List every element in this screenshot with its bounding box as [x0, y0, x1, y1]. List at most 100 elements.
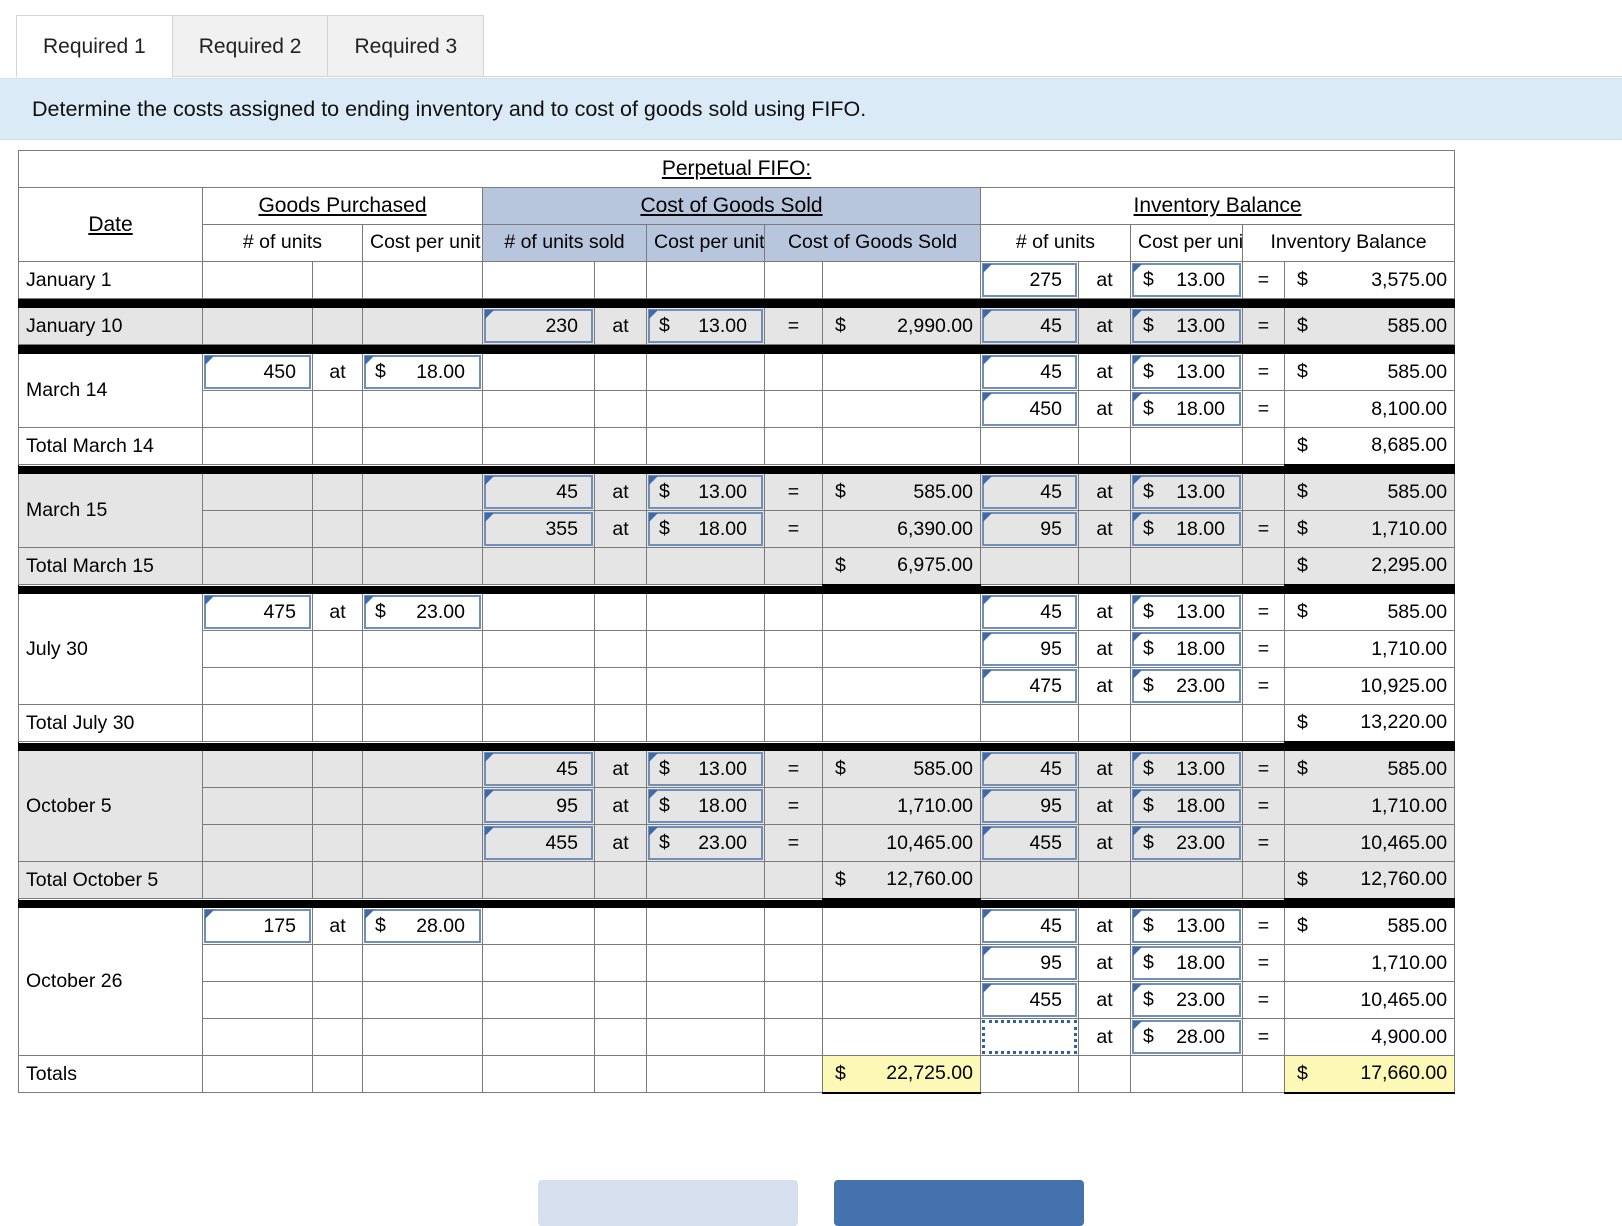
gp-cost-per-unit-input[interactable]	[362, 630, 483, 668]
cogs-cost-per-unit-input[interactable]	[646, 1018, 765, 1056]
inv-units-input[interactable]: 450	[980, 390, 1079, 428]
inv-cost-per-unit-input[interactable]: $23.00	[1130, 824, 1243, 862]
gp-units-input[interactable]	[202, 824, 313, 862]
inv-units-input[interactable]: 45	[980, 907, 1079, 945]
previous-button[interactable]	[538, 1180, 798, 1226]
gp-units-input[interactable]	[202, 510, 313, 548]
inv-cost-per-unit-input[interactable]: $18.00	[1130, 944, 1243, 982]
inv-units-input[interactable]	[980, 1018, 1079, 1056]
gp-units-input[interactable]	[202, 787, 313, 825]
inv-units-input[interactable]: 95	[980, 630, 1079, 668]
cogs-units-sold-input[interactable]	[482, 261, 595, 299]
cogs-units-sold-input[interactable]: 45	[482, 473, 595, 511]
cogs-cost-per-unit-input[interactable]	[646, 944, 765, 982]
inv-units-input[interactable]: 475	[980, 667, 1079, 705]
cogs-units-sold-input[interactable]: 95	[482, 787, 595, 825]
inv-cost-per-unit-input[interactable]: $18.00	[1130, 510, 1243, 548]
cogs-cost-per-unit-input[interactable]	[646, 390, 765, 428]
cogs-units-sold-input[interactable]: 45	[482, 750, 595, 788]
inv-cost-per-unit-input[interactable]: $18.00	[1130, 787, 1243, 825]
cogs-cost-per-unit-input[interactable]: $23.00	[646, 824, 765, 862]
gp-cost-per-unit-input[interactable]	[362, 667, 483, 705]
gp-units-input[interactable]	[202, 630, 313, 668]
cogs-cost-per-unit-input[interactable]	[646, 630, 765, 668]
gp-cost-per-unit-input[interactable]	[362, 981, 483, 1019]
inv-units-input[interactable]: 95	[980, 944, 1079, 982]
inv-cost-per-unit-input[interactable]: $23.00	[1130, 667, 1243, 705]
gp-cost-per-unit-input[interactable]	[362, 944, 483, 982]
inv-cost-per-unit-input[interactable]: $13.00	[1130, 750, 1243, 788]
gp-units-input[interactable]: 475	[202, 593, 313, 631]
cogs-units-sold-input[interactable]	[482, 667, 595, 705]
gp-cost-per-unit-input[interactable]	[362, 390, 483, 428]
gp-units-input[interactable]: 450	[202, 353, 313, 391]
inv-cost-per-unit-input[interactable]: $18.00	[1130, 390, 1243, 428]
inv-cost-per-unit-input[interactable]: $18.00	[1130, 630, 1243, 668]
inv-units-input[interactable]: 45	[980, 593, 1079, 631]
gp-cost-per-unit-input[interactable]	[362, 473, 483, 511]
inv-cost-per-unit-input[interactable]: $13.00	[1130, 261, 1243, 299]
gp-cost-per-unit-input[interactable]	[362, 1018, 483, 1056]
cogs-units-sold-input[interactable]: 455	[482, 824, 595, 862]
cogs-units-sold-input[interactable]: 355	[482, 510, 595, 548]
gp-units-input[interactable]	[202, 261, 313, 299]
cogs-cost-per-unit-input[interactable]	[646, 907, 765, 945]
gp-units-input[interactable]	[202, 473, 313, 511]
inv-cost-per-unit-input[interactable]: $13.00	[1130, 907, 1243, 945]
tab-required-1[interactable]: Required 1	[16, 15, 173, 78]
inv-cost-per-unit-input[interactable]: $13.00	[1130, 593, 1243, 631]
gp-cost-per-unit-input[interactable]	[362, 787, 483, 825]
gp-units-input[interactable]	[202, 390, 313, 428]
inv-cost-per-unit-input[interactable]: $28.00	[1130, 1018, 1243, 1056]
gp-units-input[interactable]	[202, 307, 313, 345]
inv-units-input[interactable]: 45	[980, 353, 1079, 391]
gp-units-input[interactable]	[202, 1018, 313, 1056]
gp-cost-per-unit-input[interactable]	[362, 510, 483, 548]
cogs-cost-per-unit-input[interactable]	[646, 667, 765, 705]
inv-units-input[interactable]: 45	[980, 307, 1079, 345]
gp-cost-per-unit-input[interactable]: $28.00	[362, 907, 483, 945]
cogs-units-sold-input[interactable]	[482, 593, 595, 631]
inv-cost-per-unit-input[interactable]: $23.00	[1130, 981, 1243, 1019]
inv-cost-per-unit-input[interactable]: $13.00	[1130, 353, 1243, 391]
cogs-units-sold-input[interactable]	[482, 944, 595, 982]
cogs-units-sold-input[interactable]	[482, 630, 595, 668]
cogs-cost-per-unit-input[interactable]: $18.00	[646, 787, 765, 825]
cogs-units-sold-input[interactable]	[482, 1018, 595, 1056]
cogs-cost-per-unit-input[interactable]	[646, 981, 765, 1019]
cogs-cost-per-unit-input[interactable]	[646, 353, 765, 391]
cogs-units-sold-input[interactable]	[482, 981, 595, 1019]
tab-required-2[interactable]: Required 2	[171, 15, 329, 77]
inv-units-input[interactable]: 95	[980, 510, 1079, 548]
inv-cost-per-unit-input[interactable]: $13.00	[1130, 307, 1243, 345]
cogs-cost-per-unit-input[interactable]: $13.00	[646, 473, 765, 511]
gp-cost-per-unit-input[interactable]	[362, 824, 483, 862]
gp-units-input[interactable]	[202, 750, 313, 788]
tab-required-3[interactable]: Required 3	[327, 15, 485, 77]
gp-units-input[interactable]: 175	[202, 907, 313, 945]
inv-units-input[interactable]: 95	[980, 787, 1079, 825]
cogs-units-sold-input[interactable]	[482, 907, 595, 945]
inv-cost-per-unit-input[interactable]: $13.00	[1130, 473, 1243, 511]
next-button[interactable]	[834, 1180, 1084, 1226]
inv-units-input[interactable]: 275	[980, 261, 1079, 299]
inv-units-input[interactable]: 45	[980, 750, 1079, 788]
gp-units-input[interactable]	[202, 944, 313, 982]
inv-units-input[interactable]: 455	[980, 824, 1079, 862]
gp-cost-per-unit-input[interactable]: $18.00	[362, 353, 483, 391]
cogs-units-sold-input[interactable]: 230	[482, 307, 595, 345]
cogs-cost-per-unit-input[interactable]: $13.00	[646, 750, 765, 788]
inv-units-input[interactable]: 455	[980, 981, 1079, 1019]
gp-cost-per-unit-input[interactable]	[362, 261, 483, 299]
gp-units-input[interactable]	[202, 981, 313, 1019]
gp-cost-per-unit-input[interactable]	[362, 307, 483, 345]
inv-units-input[interactable]: 45	[980, 473, 1079, 511]
cogs-units-sold-input[interactable]	[482, 390, 595, 428]
gp-units-input[interactable]	[202, 667, 313, 705]
gp-cost-per-unit-input[interactable]: $23.00	[362, 593, 483, 631]
cogs-cost-per-unit-input[interactable]	[646, 593, 765, 631]
cogs-cost-per-unit-input[interactable]	[646, 261, 765, 299]
cogs-cost-per-unit-input[interactable]: $18.00	[646, 510, 765, 548]
cogs-cost-per-unit-input[interactable]: $13.00	[646, 307, 765, 345]
cogs-units-sold-input[interactable]	[482, 353, 595, 391]
